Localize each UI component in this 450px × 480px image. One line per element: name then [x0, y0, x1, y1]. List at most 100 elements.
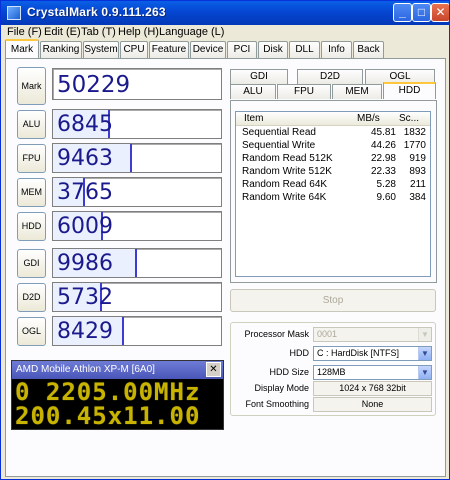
- menu-file[interactable]: File (F): [7, 26, 42, 38]
- tab-mark[interactable]: Mark: [5, 39, 39, 59]
- maximize-button[interactable]: □: [412, 3, 431, 22]
- alu-button[interactable]: ALU: [17, 110, 46, 139]
- row-score: 893: [409, 166, 426, 177]
- d2d-score-box: 5732: [52, 282, 222, 312]
- display-mode-value: 1024 x 768 32bit: [313, 381, 432, 396]
- tab-info[interactable]: Info: [321, 41, 352, 58]
- table-row[interactable]: Random Write 512K 22.33 893: [236, 166, 430, 179]
- table-row[interactable]: Sequential Write 44.26 1770: [236, 140, 430, 153]
- row-item: Sequential Read: [242, 127, 316, 138]
- tab-dll[interactable]: DLL: [289, 41, 320, 58]
- row-item: Random Write 64K: [242, 192, 327, 203]
- processor-mask-label: Processor Mask: [244, 329, 309, 339]
- ogl-score-value: 8429: [57, 319, 113, 344]
- hdd-select[interactable]: C : HardDisk [NTFS] ▼: [313, 346, 432, 361]
- font-smoothing-label: Font Smoothing: [245, 399, 309, 409]
- close-button[interactable]: ✕: [431, 3, 449, 22]
- menu-language[interactable]: Language (L): [159, 26, 224, 38]
- table-row[interactable]: Random Read 64K 5.28 211: [236, 179, 430, 192]
- gdi-score-value: 9986: [57, 251, 113, 276]
- tab-back[interactable]: Back: [353, 41, 384, 58]
- title-bar[interactable]: CrystalMark 0.9.111.263 _ □ ✕: [1, 1, 449, 25]
- crystalmark-app-icon: [7, 6, 21, 20]
- row-mbs: 22.33: [370, 166, 396, 177]
- subtab-alu[interactable]: ALU: [230, 84, 276, 99]
- mem-button[interactable]: MEM: [17, 178, 46, 207]
- gdi-button[interactable]: GDI: [17, 249, 46, 278]
- tab-ranking[interactable]: Ranking: [40, 41, 82, 58]
- fpu-score-box: 9463: [52, 143, 222, 173]
- ogl-button[interactable]: OGL: [17, 317, 46, 346]
- chevron-down-icon[interactable]: ▼: [418, 366, 431, 379]
- tab-device[interactable]: Device: [190, 41, 226, 58]
- table-row[interactable]: Sequential Read 45.81 1832: [236, 127, 430, 140]
- stop-button[interactable]: Stop: [230, 289, 436, 312]
- row-score: 919: [409, 153, 426, 164]
- mem-score-box: 3765: [52, 177, 222, 207]
- menu-tab[interactable]: Tab (T): [81, 26, 116, 38]
- hdd-size-select[interactable]: 128MB ▼: [313, 365, 432, 380]
- cpu-panel-title: AMD Mobile Athlon XP-M [6A0]: [12, 361, 223, 379]
- table-row[interactable]: Random Read 512K 22.98 919: [236, 153, 430, 166]
- hdd-button[interactable]: HDD: [17, 212, 46, 241]
- row-item: Random Read 64K: [242, 179, 328, 190]
- fpu-button[interactable]: FPU: [17, 144, 46, 173]
- mark-score-value: 50229: [57, 72, 131, 98]
- tab-feature[interactable]: Feature: [149, 41, 189, 58]
- font-smoothing-value: None: [313, 397, 432, 412]
- table-row[interactable]: Random Write 64K 9.60 384: [236, 192, 430, 205]
- tab-system[interactable]: System: [83, 41, 119, 58]
- gdi-score-box: 9986: [52, 248, 222, 278]
- row-item: Random Write 512K: [242, 166, 332, 177]
- hdd-select-value: C : HardDisk [NTFS]: [317, 348, 400, 358]
- tab-disk[interactable]: Disk: [258, 41, 288, 58]
- subtab-gdi[interactable]: GDI: [230, 69, 288, 84]
- display-mode-label: Display Mode: [254, 383, 309, 393]
- column-score[interactable]: Sc...: [399, 113, 419, 124]
- row-score: 384: [409, 192, 426, 203]
- row-mbs: 5.28: [376, 179, 396, 190]
- menu-help[interactable]: Help (H): [118, 26, 159, 38]
- cpu-info-panel[interactable]: AMD Mobile Athlon XP-M [6A0] ✕ 0 2205.00…: [11, 360, 224, 430]
- hdd-size-value: 128MB: [317, 367, 346, 377]
- settings-group: Processor Mask 0001 ▼ HDD C : HardDisk […: [230, 322, 436, 416]
- ogl-score-box: 8429: [52, 316, 222, 346]
- tab-cpu[interactable]: CPU: [120, 41, 148, 58]
- fpu-score-value: 9463: [57, 146, 113, 171]
- hdd-size-label: HDD Size: [269, 367, 309, 377]
- row-mbs: 44.26: [370, 140, 396, 151]
- row-score: 1832: [403, 127, 426, 138]
- d2d-button[interactable]: D2D: [17, 283, 46, 312]
- subtab-fpu[interactable]: FPU: [277, 84, 331, 99]
- mark-score-box: 50229: [52, 68, 222, 100]
- menu-bar: File (F) Edit (E) Tab (T) Help (H) Langu…: [1, 25, 449, 40]
- d2d-score-value: 5732: [57, 285, 113, 310]
- subtab-hdd[interactable]: HDD: [383, 82, 436, 99]
- results-header: Item MB/s Sc...: [236, 112, 430, 126]
- row-score: 211: [410, 179, 426, 190]
- row-item: Random Read 512K: [242, 153, 333, 164]
- row-item: Sequential Write: [242, 140, 316, 151]
- alu-score-box: 6845: [52, 109, 222, 139]
- mem-score-value: 3765: [57, 180, 113, 205]
- crystalmark-window: CrystalMark 0.9.111.263 _ □ ✕ File (F) E…: [0, 0, 450, 480]
- row-mbs: 45.81: [370, 127, 396, 138]
- processor-mask-value: 0001: [317, 329, 338, 339]
- tab-pci[interactable]: PCI: [227, 41, 257, 58]
- row-mbs: 22.98: [370, 153, 396, 164]
- chevron-down-icon[interactable]: ▼: [418, 347, 431, 360]
- menu-edit[interactable]: Edit (E): [44, 26, 81, 38]
- column-item[interactable]: Item: [244, 113, 263, 124]
- row-mbs: 9.60: [376, 192, 396, 203]
- hdd-score-box: 6009: [52, 211, 222, 241]
- cpu-panel-close-icon[interactable]: ✕: [206, 362, 221, 377]
- hdd-results-list[interactable]: Item MB/s Sc... Sequential Read 45.81 18…: [235, 111, 431, 277]
- chevron-down-icon: ▼: [418, 328, 431, 341]
- column-mbs[interactable]: MB/s: [357, 113, 380, 124]
- subtab-mem[interactable]: MEM: [332, 84, 382, 99]
- window-title: CrystalMark 0.9.111.263: [27, 5, 166, 19]
- mark-button[interactable]: Mark: [17, 67, 46, 105]
- subtab-d2d[interactable]: D2D: [297, 69, 363, 84]
- alu-score-value: 6845: [57, 112, 113, 137]
- minimize-button[interactable]: _: [393, 3, 412, 22]
